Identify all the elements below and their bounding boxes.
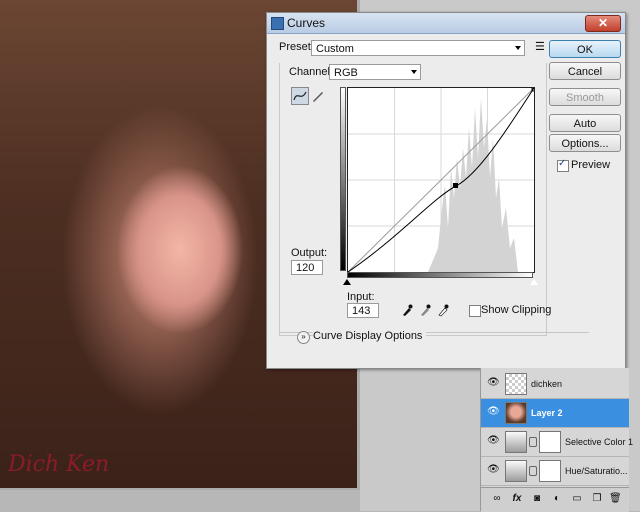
input-label: Input: bbox=[347, 291, 375, 303]
preset-label: Preset: bbox=[279, 41, 314, 53]
layer-row[interactable]: 👁 Layer 2 bbox=[481, 399, 629, 428]
expand-icon[interactable]: » bbox=[297, 331, 310, 344]
layer-name: Layer 2 bbox=[531, 408, 563, 418]
auto-button[interactable]: Auto bbox=[549, 114, 621, 132]
folder-icon[interactable]: ▭ bbox=[571, 493, 583, 505]
mask-icon[interactable]: ◙ bbox=[531, 493, 543, 505]
show-clipping-label: Show Clipping bbox=[481, 304, 552, 316]
layer-row[interactable]: 👁 Hue/Saturatio... bbox=[481, 457, 629, 486]
eye-icon[interactable]: 👁 bbox=[487, 436, 500, 446]
gray-eyedropper-icon[interactable] bbox=[419, 303, 431, 320]
fx-icon[interactable]: fx bbox=[511, 493, 523, 505]
link-layers-icon[interactable]: ∞ bbox=[491, 493, 503, 505]
adjustment-thumbnail bbox=[505, 431, 527, 453]
preset-menu-icon[interactable]: ☰ bbox=[535, 40, 545, 53]
eye-icon[interactable]: 👁 bbox=[487, 465, 500, 475]
mask-thumbnail bbox=[539, 460, 561, 482]
layer-row[interactable]: 👁 Selective Color 1 bbox=[481, 428, 633, 457]
layers-toolbar: ∞ fx ◙ ◐ ▭ ❐ 🗑 bbox=[481, 487, 629, 512]
trash-icon[interactable]: 🗑 bbox=[609, 493, 622, 505]
layer-name: Selective Color 1 bbox=[565, 437, 634, 447]
mask-thumbnail bbox=[539, 431, 561, 453]
preview-checkbox[interactable] bbox=[557, 158, 569, 172]
new-layer-icon[interactable]: ❐ bbox=[591, 493, 603, 505]
layers-panel: 👁 dichken 👁 Layer 2 👁 Selective Color 1 … bbox=[480, 368, 633, 512]
layer-name: Hue/Saturatio... bbox=[565, 466, 628, 476]
curve-display-options-label[interactable]: Curve Display Options bbox=[313, 330, 427, 342]
output-field[interactable]: 120 bbox=[291, 260, 323, 275]
input-field[interactable]: 143 bbox=[347, 303, 379, 318]
ok-button[interactable]: OK bbox=[549, 40, 621, 58]
black-eyedropper-icon[interactable] bbox=[401, 303, 413, 320]
layer-thumbnail bbox=[505, 373, 527, 395]
close-button[interactable]: ✕ bbox=[585, 15, 621, 32]
cancel-button[interactable]: Cancel bbox=[549, 62, 621, 80]
eye-icon[interactable]: 👁 bbox=[487, 378, 500, 388]
curve-control-point bbox=[453, 183, 458, 188]
layer-name: dichken bbox=[531, 379, 563, 389]
white-point-slider[interactable] bbox=[530, 279, 538, 285]
preset-select[interactable]: Custom bbox=[311, 40, 525, 56]
eye-icon[interactable]: 👁 bbox=[487, 407, 500, 417]
channel-select[interactable]: RGB bbox=[329, 64, 421, 80]
curve-tool-icon[interactable] bbox=[291, 87, 309, 105]
app-icon bbox=[271, 17, 284, 30]
channel-label: Channel: bbox=[289, 66, 334, 78]
dialog-titlebar[interactable]: Curves ✕ bbox=[267, 13, 625, 34]
link-icon bbox=[529, 466, 537, 476]
layer-row[interactable]: 👁 dichken bbox=[481, 370, 629, 399]
white-eyedropper-icon[interactable] bbox=[437, 303, 449, 320]
photo-watermark: Dich Ken bbox=[8, 452, 110, 477]
layer-thumbnail bbox=[505, 402, 527, 424]
options-button[interactable]: Options... bbox=[549, 134, 621, 152]
adjustment-icon[interactable]: ◐ bbox=[551, 493, 563, 505]
link-icon bbox=[529, 437, 537, 447]
curves-dialog: Curves ✕ Preset: Custom ☰ OK Cancel Smoo… bbox=[266, 12, 626, 369]
preview-label: Preview bbox=[571, 159, 611, 171]
adjustment-thumbnail bbox=[505, 460, 527, 482]
channel-value: RGB bbox=[334, 67, 358, 79]
output-label: Output: bbox=[291, 247, 328, 259]
show-clipping-checkbox[interactable] bbox=[469, 305, 481, 317]
smooth-button[interactable]: Smooth bbox=[549, 88, 621, 106]
dialog-title: Curves bbox=[287, 16, 326, 30]
preset-value: Custom bbox=[316, 43, 354, 55]
black-point-slider[interactable] bbox=[343, 279, 351, 285]
chevron-down-icon bbox=[515, 46, 521, 50]
output-gradient-bar bbox=[340, 87, 346, 271]
pencil-tool-icon[interactable] bbox=[309, 87, 327, 105]
chevron-down-icon bbox=[411, 70, 417, 74]
input-gradient-bar bbox=[347, 272, 533, 278]
curves-graph[interactable] bbox=[347, 87, 536, 273]
